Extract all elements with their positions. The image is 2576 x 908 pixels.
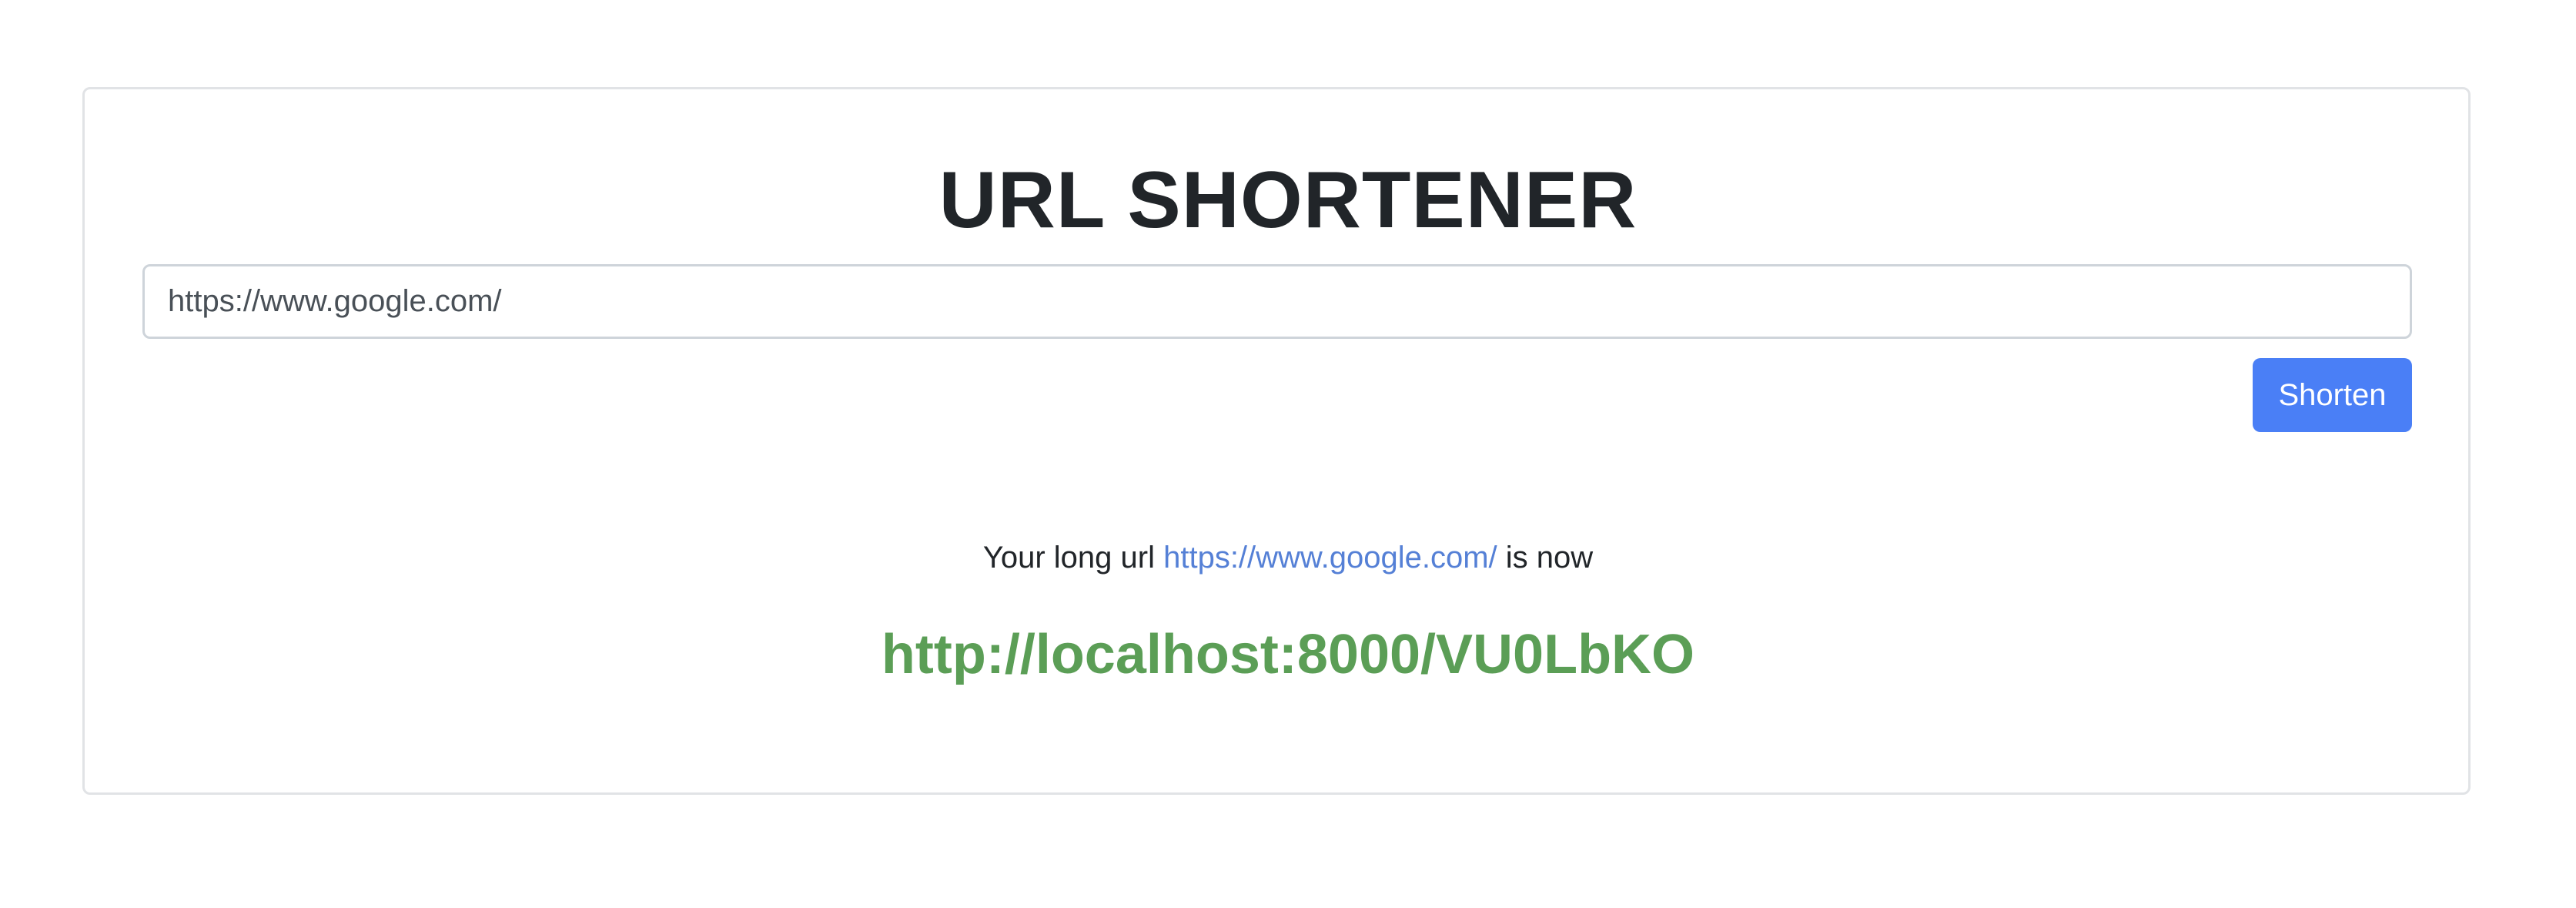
url-input[interactable] xyxy=(142,264,2412,339)
result-message: Your long url https://www.google.com/ is… xyxy=(0,536,2576,579)
result-suffix: is now xyxy=(1505,541,1594,575)
page-title: URL SHORTENER xyxy=(938,156,1638,245)
shorten-button[interactable]: Shorten xyxy=(2253,358,2412,432)
short-url-link[interactable]: http://localhost:8000/VU0LbKO xyxy=(0,616,2576,693)
result-prefix: Your long url xyxy=(982,541,1155,575)
long-url-link[interactable]: https://www.google.com/ xyxy=(1163,541,1497,575)
